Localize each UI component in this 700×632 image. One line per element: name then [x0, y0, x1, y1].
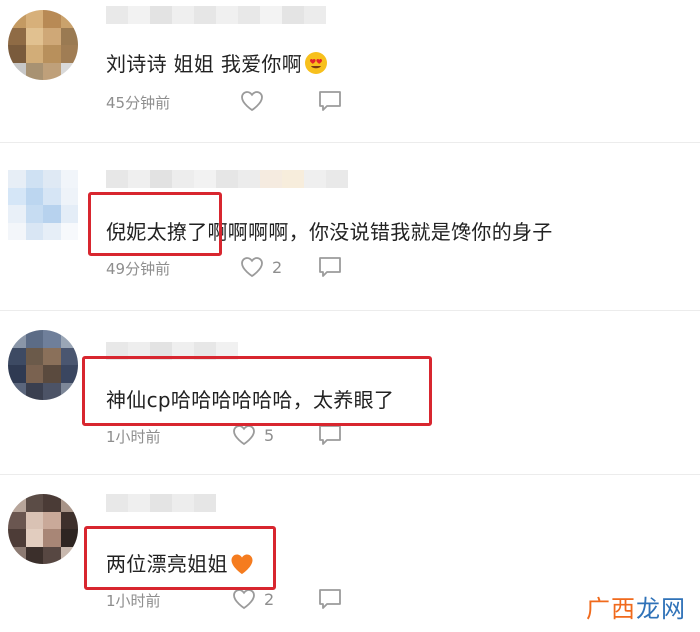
- avatar[interactable]: [8, 10, 78, 80]
- avatar[interactable]: [8, 170, 78, 240]
- reply-button[interactable]: [318, 588, 342, 614]
- comment-1: 刘诗诗 姐姐 我爱你啊 45分钟前: [0, 0, 700, 130]
- like-button[interactable]: 2: [240, 256, 282, 278]
- divider: [0, 310, 700, 311]
- like-button[interactable]: 5: [232, 424, 274, 446]
- reply-button[interactable]: [318, 424, 342, 450]
- comment-icon: [319, 257, 341, 277]
- divider: [0, 474, 700, 475]
- highlight-box: [88, 192, 222, 256]
- username[interactable]: [106, 494, 216, 512]
- watermark-part1: 广西: [586, 595, 636, 623]
- watermark: 广西龙网: [586, 589, 686, 624]
- like-count: 5: [264, 425, 275, 445]
- comment-time: 1小时前: [106, 592, 161, 610]
- comment-icon: [319, 425, 341, 445]
- reply-button[interactable]: [318, 90, 342, 116]
- avatar[interactable]: [8, 494, 78, 564]
- comment-text-content: 刘诗诗 姐姐 我爱你啊: [106, 52, 303, 76]
- heart-outline-icon: [241, 91, 263, 112]
- divider: [0, 142, 700, 143]
- avatar[interactable]: [8, 330, 78, 400]
- highlight-box: [82, 356, 432, 426]
- like-button[interactable]: [240, 90, 272, 112]
- username[interactable]: [106, 6, 326, 24]
- like-button[interactable]: 2: [232, 588, 274, 610]
- comment-time: 1小时前: [106, 428, 161, 446]
- comment-icon: [319, 589, 341, 609]
- heart-eyes-emoji-icon: [304, 51, 328, 80]
- heart-outline-icon: [233, 425, 255, 446]
- username[interactable]: [106, 170, 348, 188]
- heart-outline-icon: [241, 257, 263, 278]
- comment-time: 45分钟前: [106, 94, 171, 112]
- comment-text: 刘诗诗 姐姐 我爱你啊: [106, 48, 328, 80]
- comment-time: 49分钟前: [106, 260, 171, 278]
- highlight-box: [84, 526, 276, 590]
- like-count: 2: [264, 589, 275, 609]
- heart-outline-icon: [233, 589, 255, 610]
- comment-icon: [319, 91, 341, 111]
- reply-button[interactable]: [318, 256, 342, 282]
- watermark-part2: 龙网: [636, 595, 686, 623]
- like-count: 2: [272, 257, 283, 277]
